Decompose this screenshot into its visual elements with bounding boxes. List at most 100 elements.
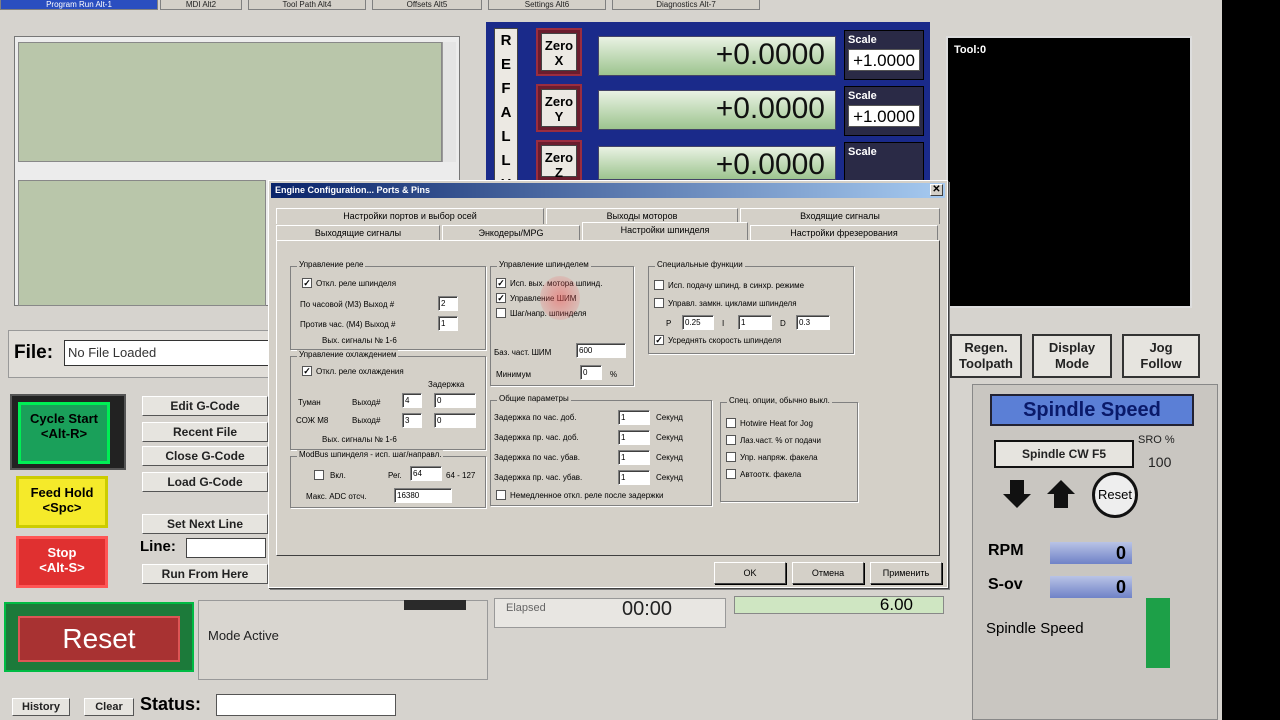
spindle-reset-button[interactable]: Reset <box>1092 472 1138 518</box>
feed-hold-button[interactable]: Feed Hold <Spc> <box>16 476 108 528</box>
set-next-line-button[interactable]: Set Next Line <box>142 514 268 534</box>
special-functions-title: Специальные функции <box>655 260 745 269</box>
cw-output-field[interactable]: 2 <box>438 296 458 311</box>
scale-y-value[interactable]: +1.0000 <box>848 105 920 127</box>
immediate-relay-off-label: Немедленное откл. реле после задержки <box>510 491 664 500</box>
pid-d-field[interactable]: 0.3 <box>796 315 830 330</box>
stop-button[interactable]: Stop <Alt-S> <box>16 536 108 588</box>
pid-p-field[interactable]: 0.25 <box>682 315 714 330</box>
scale-z-label: Scale <box>848 146 877 158</box>
average-speed-checkbox[interactable]: ✓ <box>654 335 664 345</box>
ref-all-button[interactable]: R E F A L L H <box>494 28 518 198</box>
file-name-field[interactable]: No File Loaded <box>64 340 270 366</box>
ok-button[interactable]: OK <box>714 562 786 584</box>
step-dir-checkbox[interactable] <box>496 308 506 318</box>
tab-program-run[interactable]: Program Run Alt-1 <box>0 0 158 10</box>
hotwire-jog-checkbox[interactable] <box>726 418 736 428</box>
immediate-relay-off-checkbox[interactable] <box>496 490 506 500</box>
gcode-list[interactable] <box>18 42 442 162</box>
tab-diagnostics[interactable]: Diagnostics Alt-7 <box>612 0 760 10</box>
flood-output-field[interactable]: 3 <box>402 413 422 428</box>
coolant-outputs-note: Вых. сигналы № 1-6 <box>322 435 397 444</box>
pid-d-label: D <box>780 319 786 328</box>
tab-mill-options[interactable]: Настройки фрезерования <box>750 225 938 241</box>
delay-unit-label: Секунд <box>656 473 683 482</box>
pwm-minimum-field[interactable]: 0 <box>580 365 602 380</box>
dro-z[interactable]: +0.0000 <box>598 146 836 181</box>
elapsed-label: Elapsed <box>506 602 546 614</box>
tab-output-signals[interactable]: Выходящие сигналы <box>276 225 440 241</box>
mist-delay-field[interactable]: 0 <box>434 393 476 408</box>
recent-file-button[interactable]: Recent File <box>142 422 268 442</box>
zero-z-button[interactable]: Zero Z <box>536 140 582 182</box>
cycle-start-button[interactable]: Cycle Start <Alt-R> <box>18 402 110 464</box>
file-label: File: <box>14 342 54 363</box>
jog-follow-button[interactable]: Jog Follow <box>1122 334 1200 378</box>
tab-toolpath[interactable]: Tool Path Alt4 <box>248 0 366 10</box>
ccw-output-field[interactable]: 1 <box>438 316 458 331</box>
scale-y-label: Scale <box>848 90 877 102</box>
tab-offsets[interactable]: Offsets Alt5 <box>372 0 482 10</box>
dro-y[interactable]: +0.0000 <box>598 90 836 130</box>
spindle-down-arrow-icon[interactable] <box>1002 478 1032 510</box>
pid-i-field[interactable]: 1 <box>738 315 772 330</box>
laser-freq-checkbox[interactable] <box>726 435 736 445</box>
delay-cw-up-field[interactable]: 1 <box>618 410 650 425</box>
mist-label: Туман <box>298 398 321 407</box>
display-mode-button[interactable]: Display Mode <box>1032 334 1112 378</box>
cursor-highlight <box>540 276 580 320</box>
flood-output-label: Выход# <box>352 416 381 425</box>
zero-y-button[interactable]: Zero Y <box>536 84 582 132</box>
disable-spindle-relay-checkbox[interactable]: ✓ <box>302 278 312 288</box>
close-icon[interactable]: ✕ <box>930 184 943 196</box>
delay-ccw-up-field[interactable]: 1 <box>618 430 650 445</box>
flood-delay-field[interactable]: 0 <box>434 413 476 428</box>
closed-loop-checkbox[interactable] <box>654 298 664 308</box>
modbus-enabled-checkbox[interactable] <box>314 470 324 480</box>
coolant-delay-label: Задержка <box>428 380 465 389</box>
motor-control-group-title: Управление шпинделем <box>497 260 591 269</box>
load-gcode-button[interactable]: Load G-Code <box>142 472 268 492</box>
tab-encoders-mpg[interactable]: Энкодеры/MPG <box>442 225 580 241</box>
dialog-title: Engine Configuration... Ports & Pins <box>275 185 431 195</box>
pwm-freq-field[interactable]: 600 <box>576 343 626 358</box>
spindle-cw-button[interactable]: Spindle CW F5 <box>994 440 1134 468</box>
ref-letter: R <box>500 32 512 49</box>
modbus-adc-field[interactable]: 16380 <box>394 488 452 503</box>
tab-settings[interactable]: Settings Alt6 <box>488 0 606 10</box>
use-spindle-motor-checkbox[interactable]: ✓ <box>496 278 506 288</box>
delay-cw-down-field[interactable]: 1 <box>618 450 650 465</box>
cancel-button[interactable]: Отмена <box>792 562 864 584</box>
torch-auto-off-checkbox[interactable] <box>726 469 736 479</box>
pwm-control-checkbox[interactable]: ✓ <box>496 293 506 303</box>
spindle-up-arrow-icon[interactable] <box>1046 478 1076 510</box>
sro-label: SRO % <box>1138 434 1175 446</box>
delay-ccw-down-field[interactable]: 1 <box>618 470 650 485</box>
dro-x[interactable]: +0.0000 <box>598 36 836 76</box>
zero-x-button[interactable]: Zero X <box>536 28 582 76</box>
apply-button[interactable]: Применить <box>870 562 942 584</box>
reset-button[interactable]: Reset <box>18 616 180 662</box>
torch-volts-checkbox[interactable] <box>726 452 736 462</box>
scale-x-value[interactable]: +1.0000 <box>848 49 920 71</box>
gcode-scrollbar[interactable] <box>442 42 456 162</box>
close-gcode-button[interactable]: Close G-Code <box>142 446 268 466</box>
pwm-freq-label: Баз. част. ШИМ <box>494 348 552 357</box>
modbus-reg-field[interactable]: 64 <box>410 466 442 481</box>
line-number-field[interactable] <box>186 538 266 558</box>
delay-unit-label: Секунд <box>656 453 683 462</box>
run-from-here-button[interactable]: Run From Here <box>142 564 268 584</box>
toolpath-display[interactable]: Tool:0 <box>946 36 1192 308</box>
tab-ports-axes[interactable]: Настройки портов и выбор осей <box>276 208 544 224</box>
mist-output-field[interactable]: 4 <box>402 393 422 408</box>
tab-input-signals[interactable]: Входящие сигналы <box>740 208 940 224</box>
disable-coolant-relay-checkbox[interactable]: ✓ <box>302 366 312 376</box>
clear-button[interactable]: Clear <box>84 698 134 716</box>
tab-mdi[interactable]: MDI Alt2 <box>160 0 242 10</box>
edit-gcode-button[interactable]: Edit G-Code <box>142 396 268 416</box>
pwm-minimum-percent: % <box>610 370 618 379</box>
regen-toolpath-button[interactable]: Regen. Toolpath <box>950 334 1022 378</box>
tab-spindle-setup[interactable]: Настройки шпинделя <box>582 222 748 240</box>
spindle-feedback-checkbox[interactable] <box>654 280 664 290</box>
history-button[interactable]: History <box>12 698 70 716</box>
